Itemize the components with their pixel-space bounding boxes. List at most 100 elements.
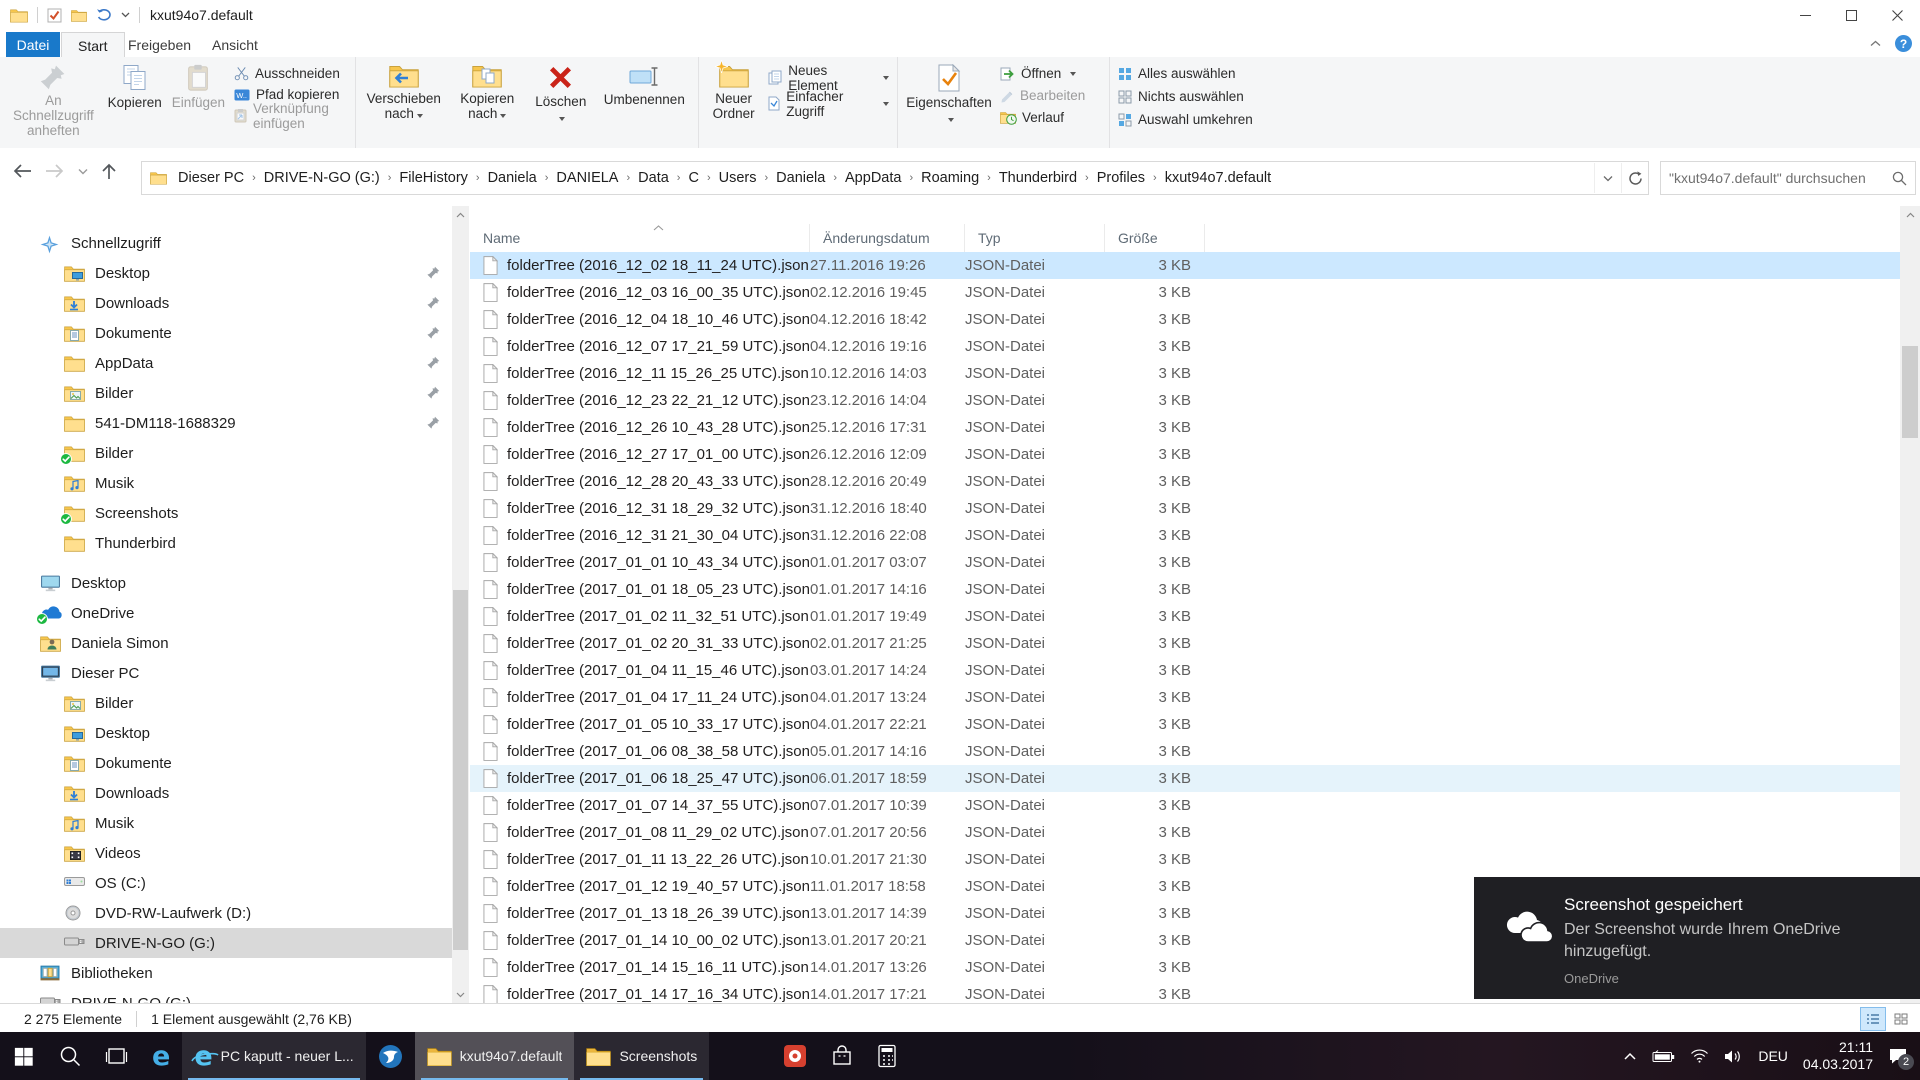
sidebar-item-desktop[interactable]: Desktop xyxy=(0,718,452,748)
file-row[interactable]: folderTree (2017_01_01 10_43_34 UTC).jso… xyxy=(470,549,1900,576)
breadcrumb-segment[interactable]: Roaming xyxy=(917,170,983,186)
breadcrumb-segment[interactable]: Daniela xyxy=(484,170,541,186)
file-row[interactable]: folderTree (2017_01_08 11_29_02 UTC).jso… xyxy=(470,819,1900,846)
back-button[interactable] xyxy=(12,163,32,179)
file-row[interactable]: folderTree (2017_01_11 13_22_26 UTC).jso… xyxy=(470,846,1900,873)
search-input[interactable]: "kxut94o7.default" durchsuchen xyxy=(1660,161,1916,195)
address-bar[interactable]: Dieser PC › DRIVE-N-GO (G:) › FileHistory › Da… xyxy=(141,161,1649,195)
file-row[interactable]: folderTree (2016_12_11 15_26_25 UTC).jso… xyxy=(470,360,1900,387)
details-view-button[interactable] xyxy=(1860,1007,1886,1031)
paste-shortcut-button[interactable]: Verknüpfung einfügen xyxy=(234,101,347,131)
thumbnail-view-button[interactable] xyxy=(1888,1007,1914,1031)
qat-customize-chevron-icon[interactable] xyxy=(121,12,130,18)
sidebar-item-musik[interactable]: Musik xyxy=(0,468,452,498)
pin-to-quick-access-button[interactable]: An Schnellzugriff anheften xyxy=(4,60,103,138)
sidebar-item-musik[interactable]: Musik xyxy=(0,808,452,838)
sidebar-item-bilder[interactable]: Bilder xyxy=(0,688,452,718)
file-row[interactable]: folderTree (2017_01_06 08_38_58 UTC).jso… xyxy=(470,738,1900,765)
breadcrumb-separator-icon[interactable]: › xyxy=(384,172,396,184)
sidebar-item-desktop[interactable]: Desktop xyxy=(0,258,452,288)
breadcrumb-segment[interactable]: Data xyxy=(634,170,673,186)
file-row[interactable]: folderTree (2017_01_04 11_15_46 UTC).jso… xyxy=(470,657,1900,684)
breadcrumb-segment[interactable]: Daniela xyxy=(772,170,829,186)
list-scroll-thumb[interactable] xyxy=(1902,346,1918,438)
rename-button[interactable]: Umbenennen xyxy=(595,60,694,130)
breadcrumb-separator-icon[interactable]: › xyxy=(622,172,634,184)
file-row[interactable]: folderTree (2016_12_03 16_00_35 UTC).jso… xyxy=(470,279,1900,306)
refresh-icon[interactable] xyxy=(1621,163,1648,193)
breadcrumb-segment[interactable]: FileHistory xyxy=(395,170,471,186)
start-button[interactable] xyxy=(0,1032,47,1080)
sidebar-item-thunderbird[interactable]: Thunderbird xyxy=(0,528,452,558)
tab-view[interactable]: Ansicht xyxy=(196,32,274,57)
breadcrumb-segment[interactable]: DANIELA xyxy=(552,170,622,186)
action-center-icon[interactable]: 2 xyxy=(1888,1047,1914,1070)
breadcrumb-segment[interactable]: DRIVE-N-GO (G:) xyxy=(260,170,384,186)
sidebar-item-onedrive[interactable]: OneDrive xyxy=(0,598,452,628)
sidebar-item-drive-n-go-g-[interactable]: DRIVE-N-GO (G:) xyxy=(0,928,452,958)
maximize-button[interactable] xyxy=(1828,0,1874,30)
sidebar-item-bilder[interactable]: Bilder xyxy=(0,378,452,408)
scroll-up-icon[interactable] xyxy=(1900,206,1920,223)
move-to-button[interactable]: Verschieben nach xyxy=(360,60,447,130)
file-row[interactable]: folderTree (2016_12_02 18_11_24 UTC).jso… xyxy=(470,252,1900,279)
properties-shortcut-icon[interactable] xyxy=(47,8,62,23)
breadcrumb-separator-icon[interactable]: › xyxy=(1149,172,1161,184)
breadcrumb-separator-icon[interactable]: › xyxy=(703,172,715,184)
edit-button[interactable]: Bearbeiten xyxy=(1000,87,1085,104)
explorer-window-button[interactable]: kxut94o7.default xyxy=(414,1032,575,1080)
breadcrumb-segment[interactable]: Users xyxy=(715,170,761,186)
new-folder-shortcut-icon[interactable] xyxy=(71,9,87,22)
sidebar-item-os-c-[interactable]: OS (C:) xyxy=(0,868,452,898)
breadcrumb-separator-icon[interactable]: › xyxy=(761,172,773,184)
select-none-button[interactable]: Nichts auswählen xyxy=(1118,88,1253,105)
file-row[interactable]: folderTree (2016_12_07 17_21_59 UTC).jso… xyxy=(470,333,1900,360)
column-header-date[interactable]: Änderungsdatum xyxy=(810,224,965,252)
sidebar-item-desktop[interactable]: Desktop xyxy=(0,568,452,598)
sidebar-item-daniela-simon[interactable]: Daniela Simon xyxy=(0,628,452,658)
breadcrumb-separator-icon[interactable]: › xyxy=(905,172,917,184)
column-header-type[interactable]: Typ xyxy=(965,224,1105,252)
recent-locations-chevron-icon[interactable] xyxy=(78,168,88,175)
undo-icon[interactable] xyxy=(96,8,112,22)
calculator-icon[interactable] xyxy=(865,1032,909,1080)
breadcrumb-separator-icon[interactable]: › xyxy=(248,172,260,184)
taskbar-clock[interactable]: 21:11 04.03.2017 xyxy=(1803,1039,1873,1073)
properties-button[interactable]: Eigenschaften xyxy=(902,60,996,130)
red-app-icon[interactable] xyxy=(771,1032,819,1080)
sidebar-item-downloads[interactable]: Downloads xyxy=(0,778,452,808)
sidebar-item-dvd-rw-laufwerk-d-[interactable]: DVD-RW-Laufwerk (D:) xyxy=(0,898,452,928)
easy-access-button[interactable]: Einfacher Zugriff xyxy=(768,89,889,119)
explorer-window-button[interactable]: Screenshots xyxy=(574,1032,710,1080)
search-icon[interactable] xyxy=(1892,171,1907,186)
open-button[interactable]: Öffnen xyxy=(1000,65,1085,82)
forward-button[interactable] xyxy=(45,163,65,179)
keyboard-language[interactable]: DEU xyxy=(1758,1048,1788,1064)
breadcrumb-separator-icon[interactable]: › xyxy=(673,172,685,184)
edge-icon[interactable]: e xyxy=(140,1032,182,1080)
new-item-button[interactable]: Neues Element xyxy=(768,63,889,93)
sidebar-item-dieser-pc[interactable]: Dieser PC xyxy=(0,658,452,688)
minimize-ribbon-chevron-icon[interactable] xyxy=(1870,40,1881,47)
breadcrumb-segment[interactable]: kxut94o7.default xyxy=(1161,170,1275,186)
breadcrumb-segment[interactable]: Profiles xyxy=(1093,170,1149,186)
sidebar-item-bilder[interactable]: Bilder xyxy=(0,438,452,468)
tray-chevron-up-icon[interactable] xyxy=(1623,1052,1637,1061)
scroll-down-icon[interactable] xyxy=(452,986,469,1003)
sidebar-item-schnellzugriff[interactable]: Schnellzugriff xyxy=(0,228,452,258)
sidebar-item-appdata[interactable]: AppData xyxy=(0,348,452,378)
internet-explorer-window-button[interactable]: e PC kaputt - neuer L... xyxy=(182,1032,366,1080)
sidebar-item-dokumente[interactable]: Dokumente xyxy=(0,748,452,778)
tab-file[interactable]: Datei xyxy=(6,32,60,57)
thunderbird-icon[interactable] xyxy=(366,1032,415,1080)
breadcrumb-separator-icon[interactable]: › xyxy=(541,172,553,184)
sidebar-item-screenshots[interactable]: Screenshots xyxy=(0,498,452,528)
sidebar-item-videos[interactable]: Videos xyxy=(0,838,452,868)
sidebar-item-drive-n-go-g-[interactable]: DRIVE-N-GO (G:) xyxy=(0,988,452,1003)
wifi-icon[interactable] xyxy=(1690,1049,1709,1063)
breadcrumb-separator-icon[interactable]: › xyxy=(472,172,484,184)
file-row[interactable]: folderTree (2016_12_23 22_21_12 UTC).jso… xyxy=(470,387,1900,414)
file-row[interactable]: folderTree (2017_01_04 17_11_24 UTC).jso… xyxy=(470,684,1900,711)
column-header-name[interactable]: Name xyxy=(470,224,810,252)
sidebar-item-downloads[interactable]: Downloads xyxy=(0,288,452,318)
